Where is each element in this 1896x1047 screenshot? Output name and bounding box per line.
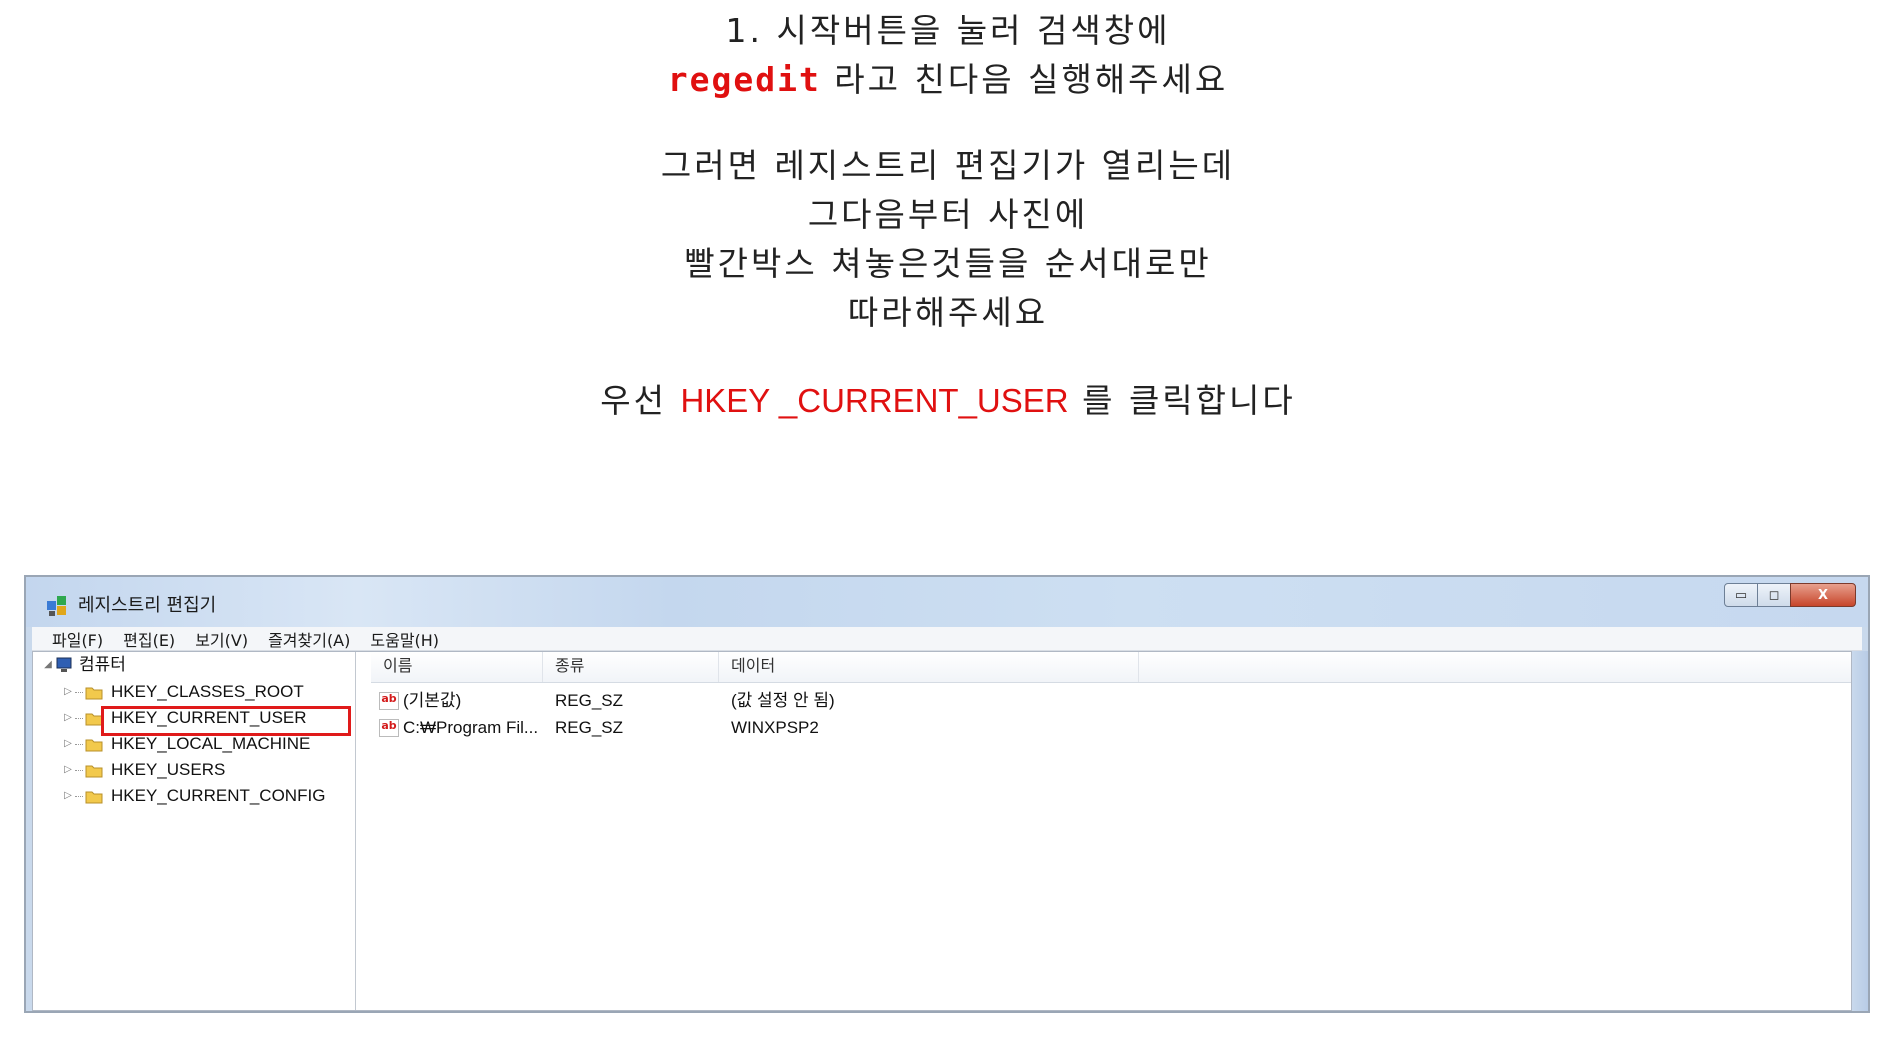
computer-icon <box>56 657 72 672</box>
tree-connector <box>75 691 83 693</box>
title-bar[interactable]: 레지스트리 편집기 ▭ ◻ X <box>26 577 1868 627</box>
value-type: REG_SZ <box>555 691 624 710</box>
menu-favorites[interactable]: 즐겨찾기(A) <box>268 627 350 651</box>
value-list: 이름 종류 데이터 ab (기본값) REG_SZ (값 설정 안 됨) ab … <box>371 652 1851 1010</box>
expand-arrow-icon[interactable]: ▷ <box>61 679 75 705</box>
menu-file[interactable]: 파일(F) <box>52 627 103 651</box>
regedit-icon <box>47 596 66 616</box>
step1-line2: regedit 라고 친다음 실행해주세요 <box>0 55 1896 104</box>
close-icon: X <box>1817 587 1829 603</box>
tree-connector <box>75 717 83 719</box>
step1-line2-rest: 라고 친다음 실행해주세요 <box>820 60 1229 99</box>
folder-icon <box>85 791 103 804</box>
expand-arrow-icon[interactable]: ▷ <box>61 757 75 783</box>
value-data: WINXPSP2 <box>731 718 819 737</box>
folder-icon <box>85 765 103 778</box>
close-button[interactable]: X <box>1790 583 1856 607</box>
para2-line2: 그다음부터 사진에 <box>0 190 1896 239</box>
tree-item-hkey-classes-root[interactable]: ▷ HKEY_CLASSES_ROOT <box>61 679 304 705</box>
tree-label: HKEY_CLASSES_ROOT <box>111 682 304 701</box>
expand-arrow-icon[interactable]: ▷ <box>61 783 75 809</box>
menu-edit[interactable]: 편집(E) <box>123 627 175 651</box>
para3-pre: 우선 <box>600 381 681 420</box>
para3-line: 우선 HKEY _CURRENT_USER 를 클릭합니다 <box>0 376 1896 425</box>
maximize-icon: ◻ <box>1768 587 1780 603</box>
window-frame-right <box>1852 651 1868 1011</box>
tree-item-hkey-users[interactable]: ▷ HKEY_USERS <box>61 757 225 783</box>
tree-connector <box>75 743 83 745</box>
expand-arrow-icon[interactable]: ▷ <box>61 705 75 731</box>
list-item[interactable]: ab (기본값) REG_SZ (값 설정 안 됨) <box>371 688 1171 714</box>
folder-icon <box>85 687 103 700</box>
para2-line4-text: 따라해주세요 <box>847 293 1049 332</box>
collapse-arrow-icon[interactable]: ◢ <box>41 652 55 678</box>
folder-icon <box>85 739 103 752</box>
menu-bar: 파일(F) 편집(E) 보기(V) 즐겨찾기(A) 도움말(H) <box>32 627 1862 651</box>
tree-label: HKEY_USERS <box>111 760 226 779</box>
regedit-command: regedit <box>667 60 821 99</box>
minimize-icon: ▭ <box>1734 587 1748 603</box>
value-type: REG_SZ <box>555 718 624 737</box>
column-header-name[interactable]: 이름 <box>371 652 543 682</box>
string-value-icon: ab <box>379 719 399 737</box>
value-name: C:₩Program Fil... <box>403 718 539 737</box>
string-value-icon: ab <box>379 692 399 710</box>
step1-line1-text: 1. 시작버튼을 눌러 검색창에 <box>725 11 1171 50</box>
column-header-type[interactable]: 종류 <box>543 652 719 682</box>
hkey-current-user-highlight-text: HKEY _CURRENT_USER <box>680 382 1069 419</box>
client-area: ◢ 컴퓨터 ▷ HKEY_CLASSES_ROOT ▷ HKEY_CURRENT… <box>32 651 1852 1011</box>
para2-line3: 빨간박스 쳐놓은것들을 순서대로만 <box>0 239 1896 288</box>
para2-line2-text: 그다음부터 사진에 <box>807 195 1089 234</box>
menu-view[interactable]: 보기(V) <box>195 627 248 651</box>
tree-connector <box>75 795 83 797</box>
para2-line3-text: 빨간박스 쳐놓은것들을 순서대로만 <box>684 244 1212 283</box>
list-item[interactable]: ab C:₩Program Fil... REG_SZ WINXPSP2 <box>371 715 1171 741</box>
registry-editor-window: 레지스트리 편집기 ▭ ◻ X 파일(F) 편집(E) 보기(V) 즐겨찾기(A… <box>24 575 1870 1013</box>
list-header: 이름 종류 데이터 <box>371 652 1851 683</box>
window-controls: ▭ ◻ X <box>1724 583 1856 609</box>
para2-line1: 그러면 레지스트리 편집기가 열리는데 <box>0 141 1896 190</box>
menu-help[interactable]: 도움말(H) <box>370 627 439 651</box>
para3-post: 를 클릭합니다 <box>1068 381 1296 420</box>
red-highlight-box <box>101 706 351 736</box>
minimize-button[interactable]: ▭ <box>1724 583 1758 607</box>
value-data: (값 설정 안 됨) <box>731 691 835 710</box>
tree-item-computer[interactable]: ◢ 컴퓨터 <box>41 652 126 678</box>
tree-connector <box>75 769 83 771</box>
para2-line1-text: 그러면 레지스트리 편집기가 열리는데 <box>660 146 1236 185</box>
window-title: 레지스트리 편집기 <box>78 595 217 616</box>
expand-arrow-icon[interactable]: ▷ <box>61 731 75 757</box>
tree-label-computer: 컴퓨터 <box>79 655 126 674</box>
column-header-data[interactable]: 데이터 <box>719 652 1139 682</box>
para2-line4: 따라해주세요 <box>0 288 1896 337</box>
tree-label: HKEY_CURRENT_CONFIG <box>111 786 326 805</box>
step1-line1: 1. 시작버튼을 눌러 검색창에 <box>0 6 1896 55</box>
maximize-button[interactable]: ◻ <box>1757 583 1791 607</box>
value-name: (기본값) <box>403 691 462 710</box>
tree-item-hkey-current-config[interactable]: ▷ HKEY_CURRENT_CONFIG <box>61 783 325 809</box>
key-tree: ◢ 컴퓨터 ▷ HKEY_CLASSES_ROOT ▷ HKEY_CURRENT… <box>33 652 356 1010</box>
